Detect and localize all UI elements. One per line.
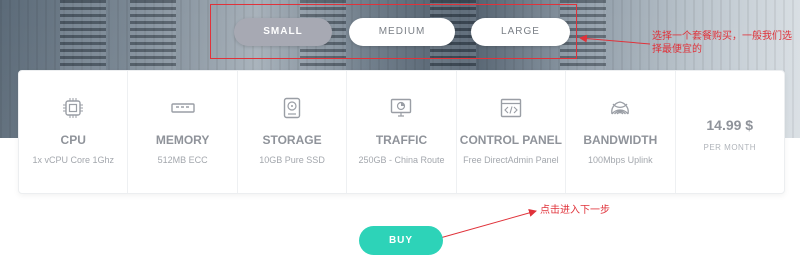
spec-cpu: CPU 1x vCPU Core 1Ghz <box>19 71 129 193</box>
spec-title: BANDWIDTH <box>583 133 658 147</box>
plan-medium-button[interactable]: MEDIUM <box>349 18 455 46</box>
spec-title: MEMORY <box>155 133 210 147</box>
plan-specs-panel: CPU 1x vCPU Core 1Ghz MEMORY 512MB ECC S… <box>18 70 785 194</box>
plan-small-button[interactable]: SMALL <box>234 18 332 46</box>
hard-drive-icon <box>238 95 346 121</box>
monitor-traffic-icon <box>347 95 455 121</box>
spec-storage: STORAGE 10GB Pure SSD <box>238 71 348 193</box>
price-period: PER MONTH <box>703 143 756 152</box>
signal-waves-icon <box>566 95 674 121</box>
select-plan-annotation: 选择一个套餐购买，一般我们选择最便宜的 <box>652 31 792 55</box>
price-amount: 14.99 $ <box>706 117 754 133</box>
spec-control-panel: CONTROL PANEL Free DirectAdmin Panel <box>457 71 567 193</box>
cpu-chip-icon <box>19 95 127 121</box>
plan-large-button[interactable]: LARGE <box>471 18 570 46</box>
price-cell: 14.99 $ PER MONTH <box>676 71 784 193</box>
spec-traffic: TRAFFIC 250GB - China Route <box>347 71 457 193</box>
spec-value: 512MB ECC <box>157 155 208 165</box>
spec-title: CPU <box>60 133 86 147</box>
spec-value: 1x vCPU Core 1Ghz <box>32 155 114 165</box>
next-step-annotation: 点击进入下一步 <box>540 205 610 216</box>
spec-title: CONTROL PANEL <box>459 133 563 147</box>
spec-value: 10GB Pure SSD <box>259 155 325 165</box>
annotation-arrow-buy <box>439 209 537 239</box>
memory-module-icon <box>128 95 236 121</box>
spec-value: 100Mbps Uplink <box>588 155 653 165</box>
spec-value: 250GB - China Route <box>358 155 445 165</box>
spec-memory: MEMORY 512MB ECC <box>128 71 238 193</box>
spec-bandwidth: BANDWIDTH 100Mbps Uplink <box>566 71 676 193</box>
code-window-icon <box>457 95 565 121</box>
spec-value: Free DirectAdmin Panel <box>463 155 559 165</box>
buy-button[interactable]: BUY <box>359 226 443 255</box>
spec-title: TRAFFIC <box>375 133 428 147</box>
spec-title: STORAGE <box>262 133 322 147</box>
